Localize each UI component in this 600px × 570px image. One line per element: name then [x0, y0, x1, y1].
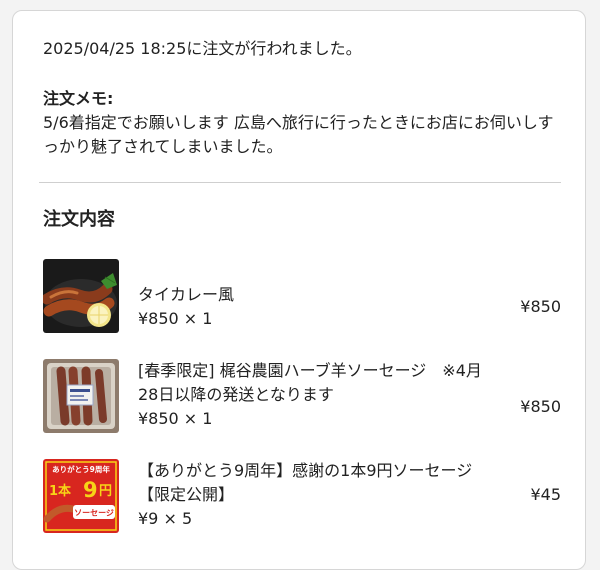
item-quantity: ¥850 × 1	[138, 309, 213, 328]
order-items-title: 注文内容	[43, 209, 115, 230]
item-name: [春季限定] 梶谷農園ハーブ羊ソーセージ ※4月28日以降の発送となります	[138, 361, 482, 404]
banner-line2a-text: 1本	[49, 483, 71, 499]
item-quantity: ¥9 × 5	[138, 509, 193, 528]
item-name: タイカレー風	[138, 285, 235, 304]
section-divider	[39, 182, 561, 183]
banner-line1-text: ありがとう9周年	[52, 464, 110, 474]
sausage-curry-thumbnail[interactable]	[43, 259, 119, 333]
item-quantity: ¥850 × 1	[138, 409, 213, 428]
order-memo-heading: 注文メモ:	[43, 89, 114, 108]
item-name: 【ありがとう9周年】感謝の1本9円ソーセージ【限定公開】	[138, 461, 473, 504]
order-details-card: 2025/04/25 18:25に注文が行われました。 注文メモ: 5/6着指定…	[12, 10, 586, 570]
banner-line3-text: ソーセージ	[74, 509, 114, 518]
banner-line2c-text: 円	[99, 484, 112, 499]
order-item: ありがとう9周年 1本 9 円 ソーセージ 【ありがとう9周年】感謝の1本9円ソ…	[43, 459, 561, 535]
packaged-sausage-thumbnail[interactable]	[43, 359, 119, 433]
anniversary-banner-thumbnail[interactable]: ありがとう9周年 1本 9 円 ソーセージ	[43, 459, 119, 533]
order-item: タイカレー風 ¥850 × 1 ¥850	[43, 259, 561, 335]
order-timestamp: 2025/04/25 18:25に注文が行われました。	[43, 39, 362, 58]
item-total: ¥850	[520, 297, 561, 316]
order-memo-text: 5/6着指定でお願いします 広島へ旅行に行ったときにお店にお伺いしすっかり魅了さ…	[43, 113, 554, 156]
item-total: ¥45	[530, 485, 561, 504]
banner-line2b-text: 9	[83, 478, 98, 502]
item-total: ¥850	[520, 397, 561, 416]
order-item: [春季限定] 梶谷農園ハーブ羊ソーセージ ※4月28日以降の発送となります ¥8…	[43, 359, 561, 435]
